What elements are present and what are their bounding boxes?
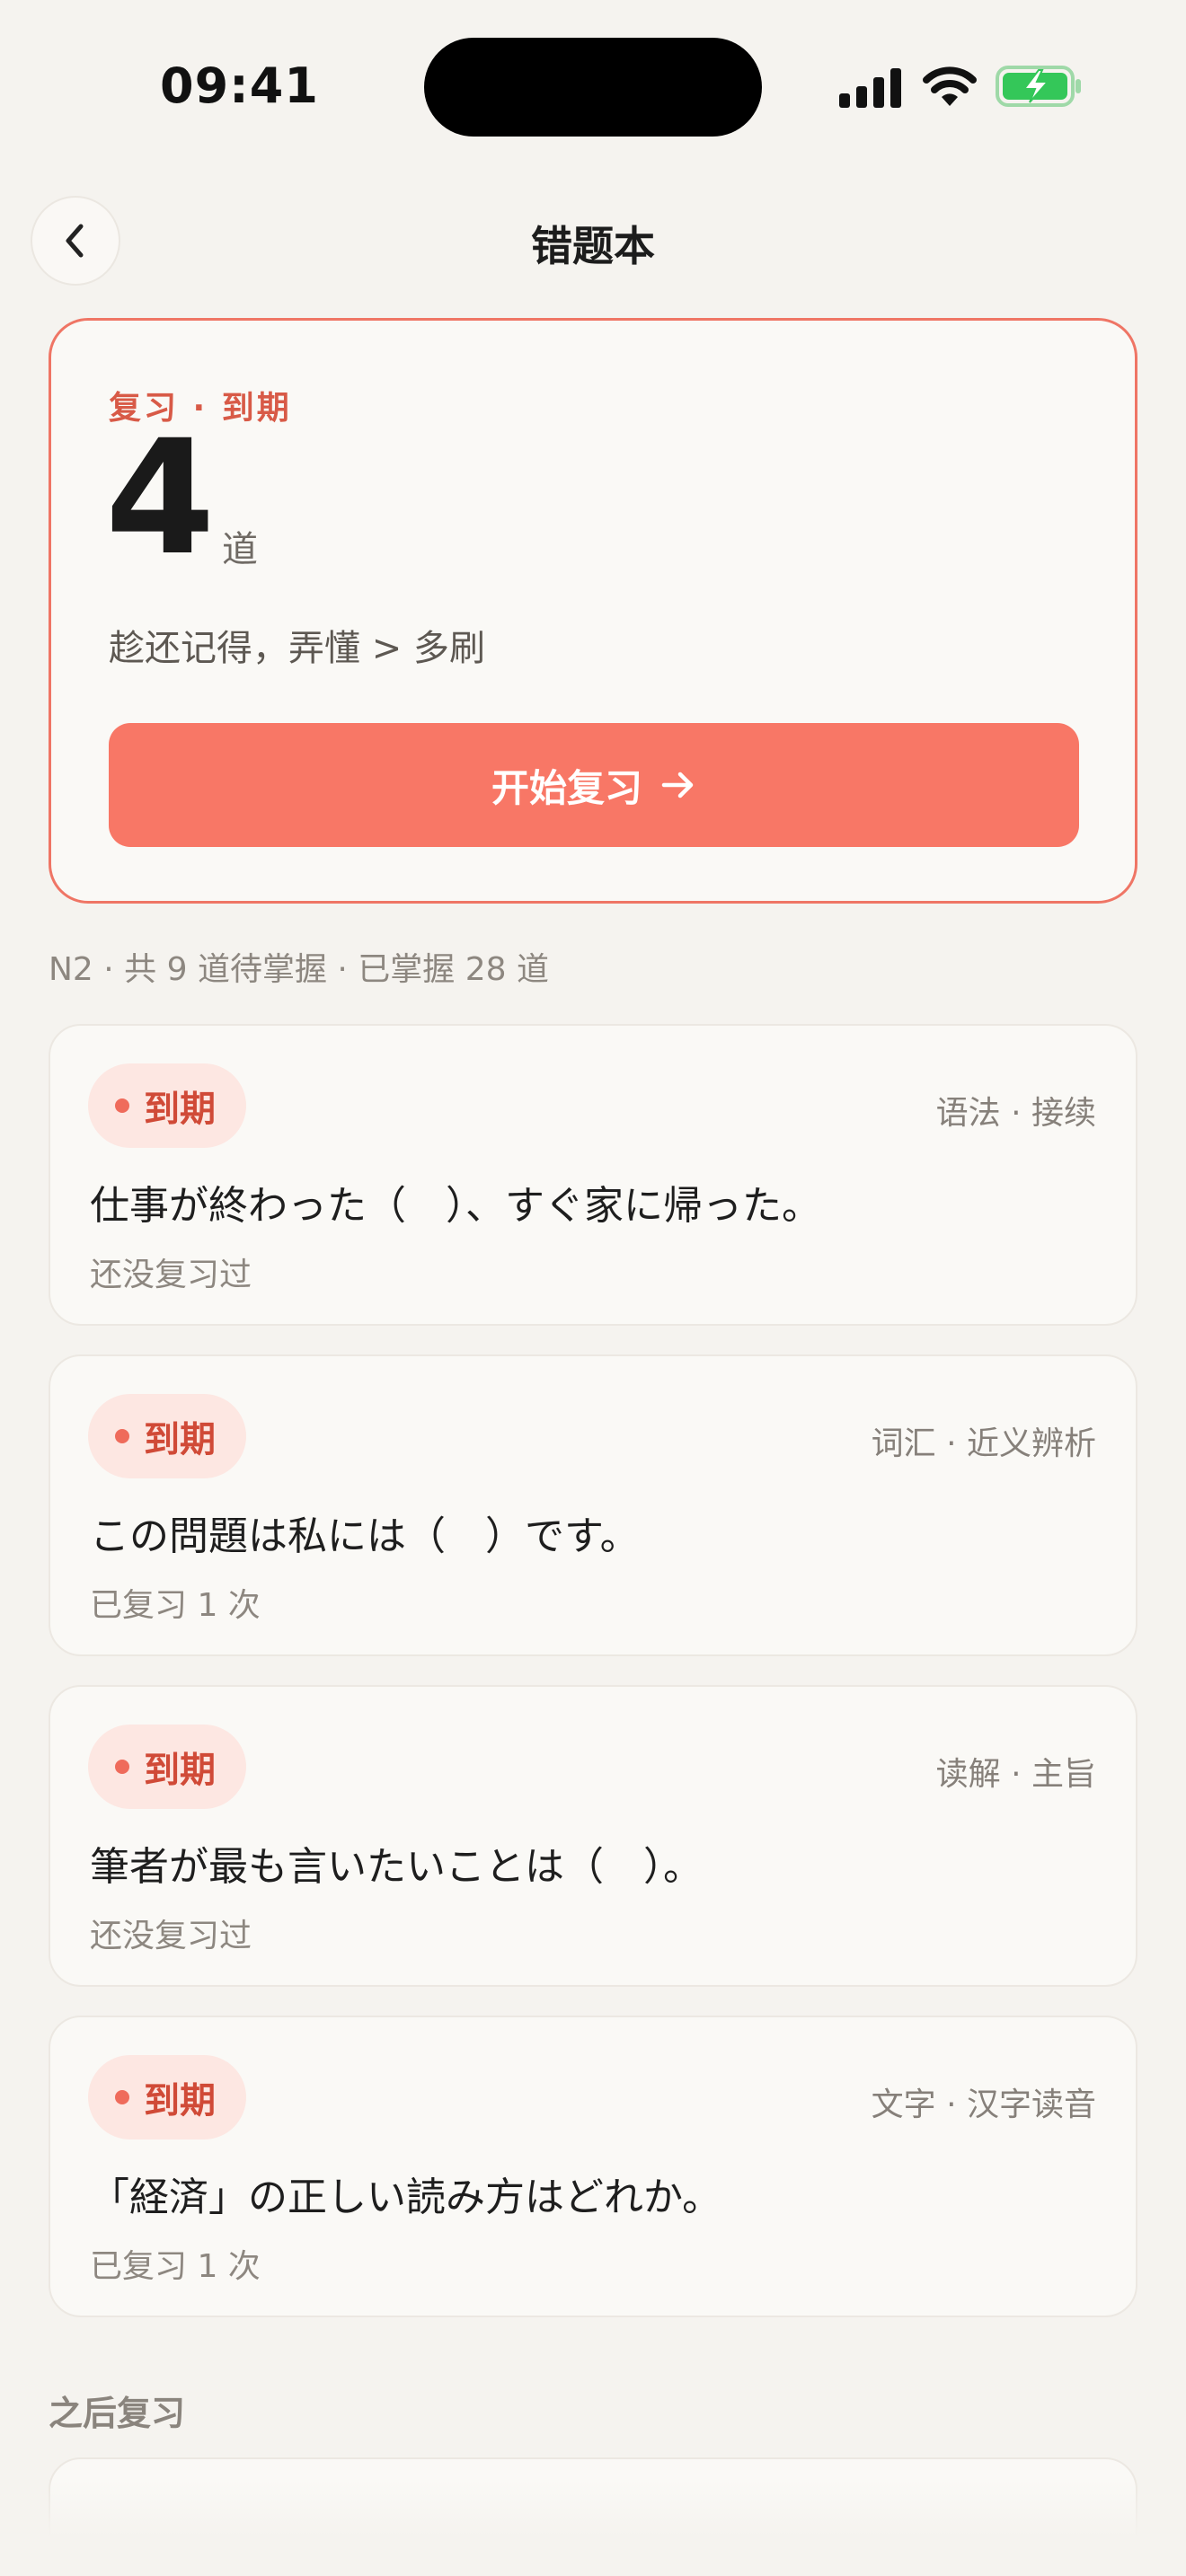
due-review-card: 复习 · 到期 4 道 趁还记得，弄懂 > 多刷 开始复习 (49, 318, 1137, 904)
review-tip: 趁还记得，弄懂 > 多刷 (109, 628, 485, 669)
due-badge-label: 到期 (144, 2080, 216, 2122)
later-section-title: 之后复习 (49, 2394, 186, 2433)
page-title: 错题本 (531, 222, 655, 270)
due-count: 4 (105, 406, 216, 590)
question-card[interactable]: 到期 词汇 · 近义辨析 この問題は私には（ ）です。 已复习 1 次 (49, 1354, 1137, 1656)
dynamic-island (424, 38, 762, 137)
question-category: 读解 · 主旨 (935, 1756, 1096, 1793)
wrong-questions-screen: 09:41 错题本 复习 · 到期 4 道 趁还记得，弄懂 > 多刷 开始复习 … (0, 0, 1186, 2576)
due-dot-icon (115, 1098, 129, 1113)
question-category: 语法 · 接续 (935, 1095, 1096, 1132)
due-badge-label: 到期 (144, 1419, 216, 1460)
due-badge-label: 到期 (144, 1089, 216, 1130)
question-card[interactable]: 到期 语法 · 接续 仕事が終わった（ ）、すぐ家に帰った。 还没复习过 (49, 1024, 1137, 1326)
battery-charging-icon (996, 66, 1081, 107)
status-icons (839, 65, 1082, 110)
question-category: 文字 · 汉字读音 (871, 2086, 1096, 2123)
question-card[interactable]: 到期 文字 · 汉字读音 「経済」の正しい読み方はどれか。 已复习 1 次 (49, 2016, 1137, 2317)
summary-line: N2 · 共 9 道待掌握 · 已掌握 28 道 (49, 951, 549, 988)
start-review-label: 开始复习 (491, 765, 642, 810)
question-text: 「経済」の正しい読み方はどれか。 (90, 2175, 722, 2220)
question-text: この問題は私には（ ）です。 (90, 1513, 640, 1559)
due-badge: 到期 (88, 1725, 246, 1809)
due-dot-icon (115, 1429, 129, 1443)
review-status: 已复习 1 次 (90, 2248, 261, 2285)
review-status: 还没复习过 (90, 1918, 252, 1954)
due-badge-label: 到期 (144, 1750, 216, 1791)
due-dot-icon (115, 1760, 129, 1774)
due-badge: 到期 (88, 1063, 246, 1148)
due-dot-icon (115, 2090, 129, 2104)
question-card[interactable]: 到期 读解 · 主旨 筆者が最も言いたいことは（ ）。 还没复习过 (49, 1685, 1137, 1987)
bottom-fade (0, 2479, 1186, 2576)
cellular-signal-icon (839, 68, 901, 108)
start-review-button[interactable]: 开始复习 (109, 723, 1079, 847)
status-time: 09:41 (160, 57, 319, 114)
question-text: 筆者が最も言いたいことは（ ）。 (90, 1844, 703, 1890)
question-category: 词汇 · 近义辨析 (871, 1425, 1096, 1462)
due-badge: 到期 (88, 2055, 246, 2139)
wifi-icon (923, 66, 977, 106)
question-text: 仕事が終わった（ ）、すぐ家に帰った。 (90, 1183, 821, 1229)
due-badge: 到期 (88, 1394, 246, 1478)
arrow-right-icon (661, 772, 694, 798)
due-count-unit: 道 (222, 529, 258, 570)
review-status: 已复习 1 次 (90, 1587, 261, 1624)
review-status: 还没复习过 (90, 1257, 252, 1293)
